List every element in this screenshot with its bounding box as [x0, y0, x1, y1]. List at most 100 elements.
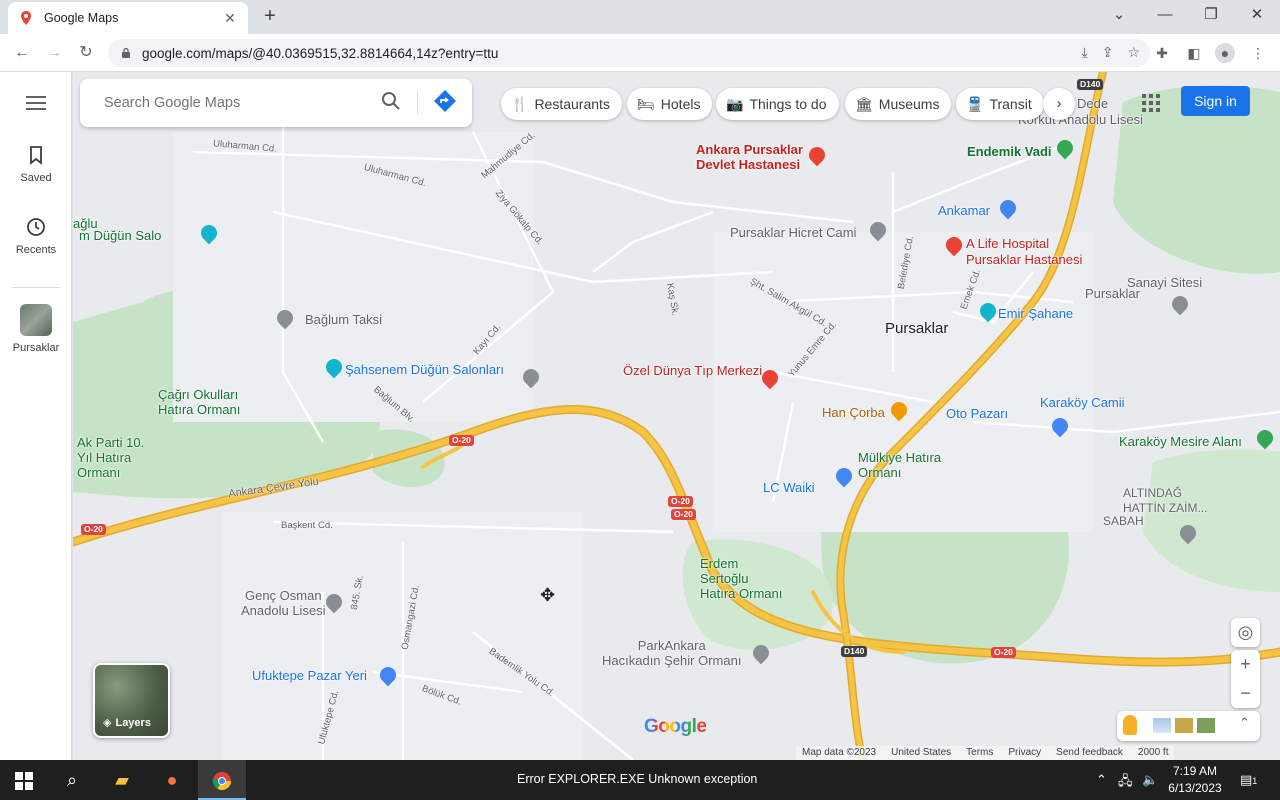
search-box[interactable]: Search Google Maps	[80, 79, 472, 127]
place-label-ankamar[interactable]: Ankamar	[938, 203, 990, 218]
chip-label: Museums	[878, 96, 940, 112]
place-label-sahsenem[interactable]: Şahsenem Düğün Salonları	[345, 362, 504, 377]
place-label-altindag[interactable]: ALTINDAĞ HATTİN ZAİM...	[1123, 486, 1207, 516]
back-button[interactable]: ←	[10, 41, 34, 65]
sidebar-item-saved[interactable]: Saved	[0, 144, 72, 184]
privacy-link[interactable]: Privacy	[1008, 746, 1041, 760]
place-label-endemik-vadi[interactable]: Endemik Vadi	[967, 144, 1052, 159]
bookmark-icon	[30, 146, 42, 165]
feedback-link[interactable]: Send feedback	[1056, 746, 1123, 760]
place-label-mulkiye[interactable]: Mülkiye Hatıra Ormanı	[858, 450, 941, 480]
tab-search-icon[interactable]: ⌄	[1096, 0, 1142, 34]
attribution-bar: Map data ©2023 United States Terms Priva…	[796, 746, 1175, 760]
chip-things-to-do[interactable]: 📷 Things to do	[716, 88, 839, 120]
scale-bar[interactable]: 2000 ft	[1138, 746, 1169, 760]
reload-button[interactable]: ↻	[74, 41, 98, 65]
new-tab-button[interactable]: +	[258, 5, 282, 29]
place-label-karakoy-mesire[interactable]: Karaköy Mesire Alanı	[1119, 434, 1242, 449]
place-label-karakoy-cami[interactable]: Karaköy Camii	[1040, 395, 1125, 410]
pegman-icon[interactable]	[1123, 715, 1137, 735]
place-label-parkankara[interactable]: ParkAnkara Hacıkadın Şehir Ormanı	[602, 638, 741, 668]
search-icon[interactable]	[365, 91, 417, 116]
imagery-thumbnail-satellite[interactable]	[1197, 718, 1215, 733]
place-label-hospital-1[interactable]: Ankara Pursaklar Devlet Hastanesi	[696, 142, 803, 172]
sign-in-button[interactable]: Sign in	[1181, 86, 1250, 116]
address-bar[interactable]: google.com/maps/@40.0369515,32.8814664,1…	[108, 39, 1150, 67]
zoom-controls: + −	[1231, 650, 1260, 708]
place-label-pursaklar[interactable]: Pursaklar	[885, 320, 948, 337]
place-label-hospital-2[interactable]: A Life Hospital Pursaklar Hastanesi	[966, 236, 1082, 268]
highway-shield: O-20	[671, 509, 696, 520]
zoom-out-button[interactable]: −	[1231, 679, 1260, 708]
place-label-dede[interactable]: Dede	[1077, 96, 1108, 111]
place-label-oto-pazari[interactable]: Oto Pazarı	[946, 406, 1008, 421]
sidebar-item-pursaklar[interactable]: Pursaklar	[0, 304, 72, 354]
place-label-sabah[interactable]: SABAH	[1103, 514, 1144, 528]
file-explorer-icon[interactable]: ▰	[98, 760, 146, 800]
history-icon	[27, 218, 45, 236]
chip-label: Hotels	[660, 96, 701, 112]
chip-hotels[interactable]: 🛏 Hotels	[627, 88, 713, 120]
sidebar-item-recents[interactable]: Recents	[0, 216, 72, 256]
zoom-in-button[interactable]: +	[1231, 650, 1260, 679]
share-icon[interactable]: ⇪	[1102, 44, 1114, 61]
network-icon[interactable]: 🖧	[1118, 772, 1133, 794]
install-icon[interactable]: ⤓	[1082, 44, 1088, 61]
place-label-ozel-dunya[interactable]: Özel Dünya Tıp Merkezi	[623, 363, 762, 378]
chrome-taskbar-icon[interactable]	[198, 760, 246, 800]
place-label-erdem[interactable]: Erdem Sertoğlu Hatıra Ormanı	[700, 556, 782, 601]
search-taskbar-icon[interactable]: ⌕	[48, 760, 96, 800]
chip-transit[interactable]: 🚆 Transit	[956, 88, 1044, 120]
sidebar-divider	[12, 287, 60, 288]
apps-grid-icon[interactable]	[1140, 92, 1162, 114]
place-label-lc-waiki[interactable]: LC Waiki	[763, 480, 815, 495]
imagery-thumbnail-terrain[interactable]	[1175, 718, 1193, 733]
chip-restaurants[interactable]: 🍴 Restaurants	[501, 88, 622, 120]
volume-icon[interactable]: 🔈	[1142, 772, 1158, 788]
hamburger-menu-icon[interactable]	[26, 96, 46, 110]
search-input[interactable]: Search Google Maps	[104, 95, 365, 111]
minimize-button[interactable]: —	[1142, 0, 1188, 34]
highway-shield: D140	[841, 646, 868, 657]
place-label-emir-sahane[interactable]: Emir Şahane	[998, 306, 1073, 321]
place-label-cagri[interactable]: Çağrı Okulları Hatıra Ormanı	[158, 387, 240, 417]
profile-avatar-icon[interactable]: ●	[1215, 43, 1235, 63]
place-label-sanayi[interactable]: Sanayi Sitesi	[1127, 275, 1202, 290]
tray-chevron-icon[interactable]: ⌃	[1096, 772, 1107, 788]
imagery-thumbnail-sky[interactable]	[1153, 718, 1171, 733]
my-location-button[interactable]: ◎	[1231, 618, 1260, 647]
chip-museums[interactable]: 🏛 Museums	[845, 88, 952, 120]
close-window-button[interactable]: ✕	[1234, 0, 1280, 34]
terms-link[interactable]: Terms	[966, 746, 993, 760]
chrome-menu-icon[interactable]: ⋮	[1248, 43, 1268, 63]
start-button[interactable]	[0, 760, 48, 800]
notification-icon[interactable]: ▤1	[1240, 772, 1257, 788]
taskbar-clock[interactable]: 7:19 AM 6/13/2023	[1165, 763, 1225, 797]
firefox-icon[interactable]: ●	[148, 760, 196, 800]
restore-button[interactable]: ❐	[1188, 0, 1234, 34]
expand-chevron-icon[interactable]: ⌃	[1239, 715, 1250, 731]
windows-logo-icon	[15, 772, 33, 791]
place-label-baglum-taksi[interactable]: Bağlum Taksi	[305, 312, 382, 327]
tab-google-maps[interactable]: Google Maps ✕	[8, 2, 248, 34]
layers-icon: ◈	[103, 717, 112, 729]
forward-button[interactable]: →	[42, 41, 66, 65]
chip-label: Transit	[989, 96, 1032, 112]
map-canvas[interactable]: Pursaklar Pursaklar Ankara Pursaklar Dev…	[73, 72, 1280, 760]
side-panel-icon[interactable]: ◧	[1184, 43, 1204, 63]
clock-time: 7:19 AM	[1172, 764, 1218, 778]
bookmark-star-icon[interactable]: ☆	[1127, 44, 1140, 61]
region-link[interactable]: United States	[891, 746, 951, 760]
directions-icon[interactable]	[418, 89, 472, 118]
place-label-ufuktepe[interactable]: Ufuktepe Pazar Yeri	[252, 668, 367, 683]
place-label-han-corba[interactable]: Han Çorba	[822, 405, 885, 420]
layers-button[interactable]: ◈ Layers	[93, 663, 170, 738]
clock-date: 6/13/2023	[1168, 781, 1222, 795]
place-label-baglu[interactable]: ağlu	[73, 216, 98, 231]
chips-next-button[interactable]: ›	[1043, 88, 1075, 120]
place-label-akparti[interactable]: Ak Parti 10. Yıl Hatıra Ormanı	[77, 435, 144, 480]
place-label-hicret-cami[interactable]: Pursaklar Hicret Cami	[730, 225, 856, 240]
place-label-genc-osman[interactable]: Genç Osman Anadolu Lisesi	[241, 588, 326, 618]
extensions-icon[interactable]: ✚	[1152, 43, 1172, 63]
tab-close-icon[interactable]: ✕	[222, 10, 238, 27]
